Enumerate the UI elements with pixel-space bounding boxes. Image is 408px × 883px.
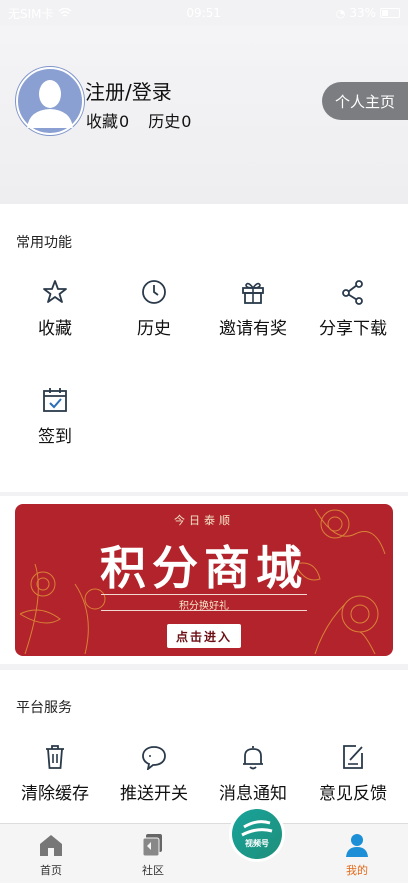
edit-icon [339,743,367,771]
community-icon [142,834,162,857]
tab-mine[interactable]: 我的 [306,824,408,883]
points-mall-banner[interactable]: 今日泰顺 积分商城 积分换好礼 点击进入 [15,504,393,656]
common-functions-card: 常用功能 收藏 历史 邀请有奖 分享下载 签到 [0,204,408,492]
section-title: 平台服务 [16,700,72,716]
personal-homepage-button[interactable]: 个人主页 [322,82,408,120]
share-icon [339,278,367,306]
message-notification-item[interactable]: 消息通知 [202,743,304,804]
home-icon [40,835,62,856]
wifi-icon [58,8,71,17]
rotation-lock-icon: ◔ [335,6,346,20]
favorites-item[interactable]: 收藏 [4,278,106,339]
favorites-stat[interactable]: 收藏0 [85,108,129,132]
feedback-item[interactable]: 意见反馈 [302,743,404,804]
profile-header: 注册/登录 收藏0 历史0 个人主页 [0,26,408,204]
calendar-check-icon [41,386,69,414]
carrier-text: 无SIM卡 [8,6,54,21]
chat-bubble-icon [140,743,168,771]
bell-icon [239,743,267,771]
check-in-item[interactable]: 签到 [4,386,106,447]
battery-percent: 33% [349,6,376,20]
avatar[interactable] [15,66,85,136]
push-toggle-item[interactable]: 推送开关 [103,743,205,804]
gift-icon [239,278,267,306]
status-bar: 无SIM卡 09:51 ◔ 33% [0,0,408,26]
user-icon [346,834,368,857]
tab-community[interactable]: 社区 [102,824,204,883]
clear-cache-item[interactable]: 清除缓存 [4,743,106,804]
bottom-tab-bar: 首页 社区 视频号 我的 [0,806,408,883]
invite-reward-item[interactable]: 邀请有奖 [202,278,304,339]
tab-video[interactable]: 视频号 [229,806,285,862]
banner-section: 今日泰顺 积分商城 积分换好礼 点击进入 [0,496,408,664]
login-register-link[interactable]: 注册/登录 [85,76,172,105]
status-time: 09:51 [186,6,221,20]
history-item[interactable]: 历史 [103,278,205,339]
star-icon [41,278,69,306]
platform-services-card: 平台服务 清除缓存 推送开关 消息通知 意见反馈 [0,670,408,823]
history-stat[interactable]: 历史0 [147,108,191,132]
enter-button[interactable]: 点击进入 [167,624,241,648]
banner-title: 积分商城 [100,541,308,595]
share-download-item[interactable]: 分享下载 [302,278,404,339]
clock-icon [140,278,168,306]
section-title: 常用功能 [16,235,72,251]
default-user-icon [16,67,84,135]
video-channel-icon: 视频号 [232,809,282,859]
trash-icon [41,743,69,771]
tab-home[interactable]: 首页 [0,824,102,883]
battery-icon [379,8,400,18]
banner-top-text: 今日泰顺 [174,514,234,527]
